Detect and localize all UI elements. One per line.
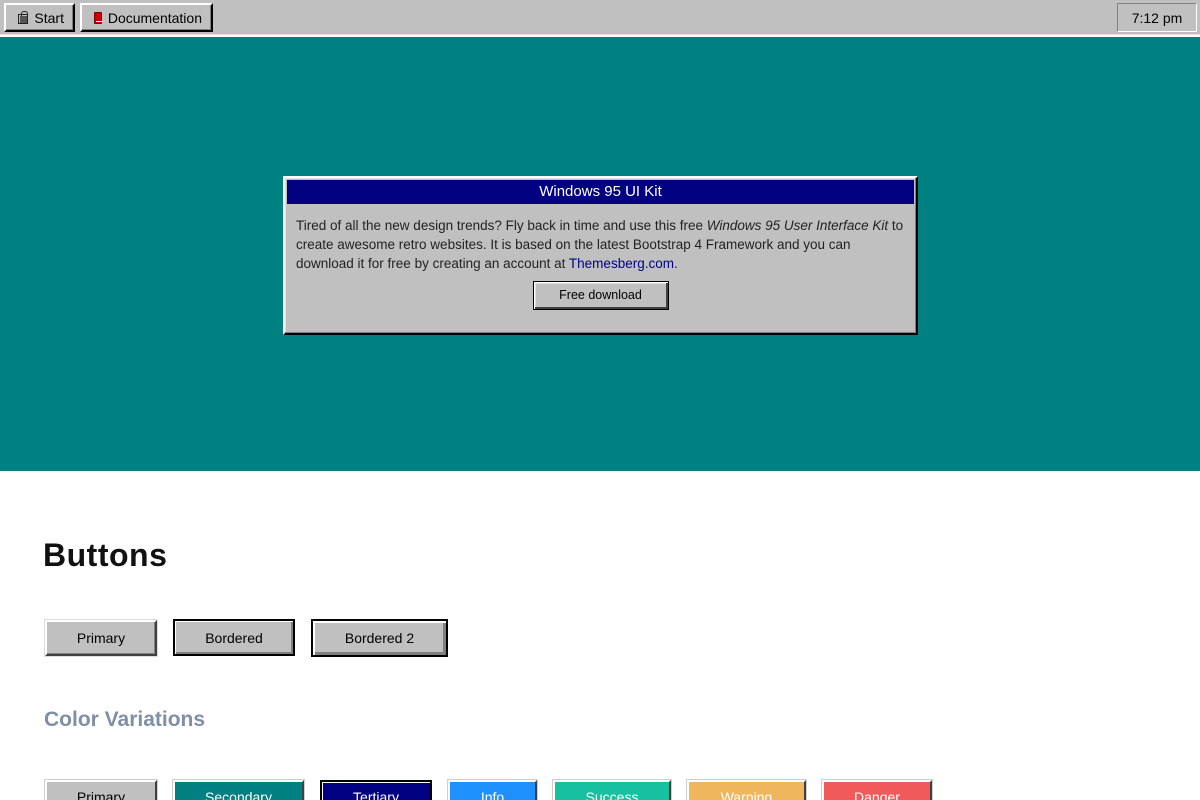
free-download-button[interactable]: Free download	[532, 281, 669, 310]
description-text-end: .	[673, 256, 678, 271]
color-button-secondary[interactable]: Secondary	[173, 780, 304, 800]
color-button-tertiary[interactable]: Tertiary	[320, 780, 432, 800]
taskbar: Start Documentation 7:12 pm	[0, 0, 1200, 37]
themesberg-link[interactable]: Themesberg.com	[569, 256, 674, 271]
download-wrap: Free download	[296, 281, 905, 310]
start-label: Start	[34, 9, 64, 26]
documentation-button[interactable]: Documentation	[80, 3, 213, 32]
bordered-button[interactable]: Bordered	[173, 619, 295, 656]
description-kit-name: Windows 95 User Interface Kit	[706, 218, 889, 233]
description-text-start: Tired of all the new design trends? Fly …	[296, 218, 707, 233]
bordered-2-button[interactable]: Bordered 2	[311, 619, 448, 657]
taskbar-clock: 7:12 pm	[1117, 3, 1197, 32]
documentation-label: Documentation	[107, 9, 202, 26]
color-button-info[interactable]: Info	[448, 780, 537, 800]
color-button-primary[interactable]: Primary	[45, 780, 157, 800]
start-button[interactable]: Start	[4, 3, 75, 32]
desktop: Windows 95 UI Kit Tired of all the new d…	[0, 37, 1200, 471]
window-description: Tired of all the new design trends? Fly …	[296, 216, 905, 273]
color-button-danger[interactable]: Danger	[822, 780, 932, 800]
color-variations-title: Color Variations	[44, 708, 206, 731]
color-button-warning[interactable]: Warning	[687, 780, 806, 800]
intro-window: Windows 95 UI Kit Tired of all the new d…	[283, 176, 918, 335]
window-body: Tired of all the new design trends? Fly …	[287, 204, 914, 310]
window-title: Windows 95 UI Kit	[287, 180, 914, 204]
computer-icon	[18, 10, 29, 24]
primary-button[interactable]: Primary	[45, 620, 157, 656]
book-icon	[94, 11, 102, 24]
color-button-success[interactable]: Success	[553, 780, 671, 800]
buttons-section-title: Buttons	[43, 537, 168, 573]
